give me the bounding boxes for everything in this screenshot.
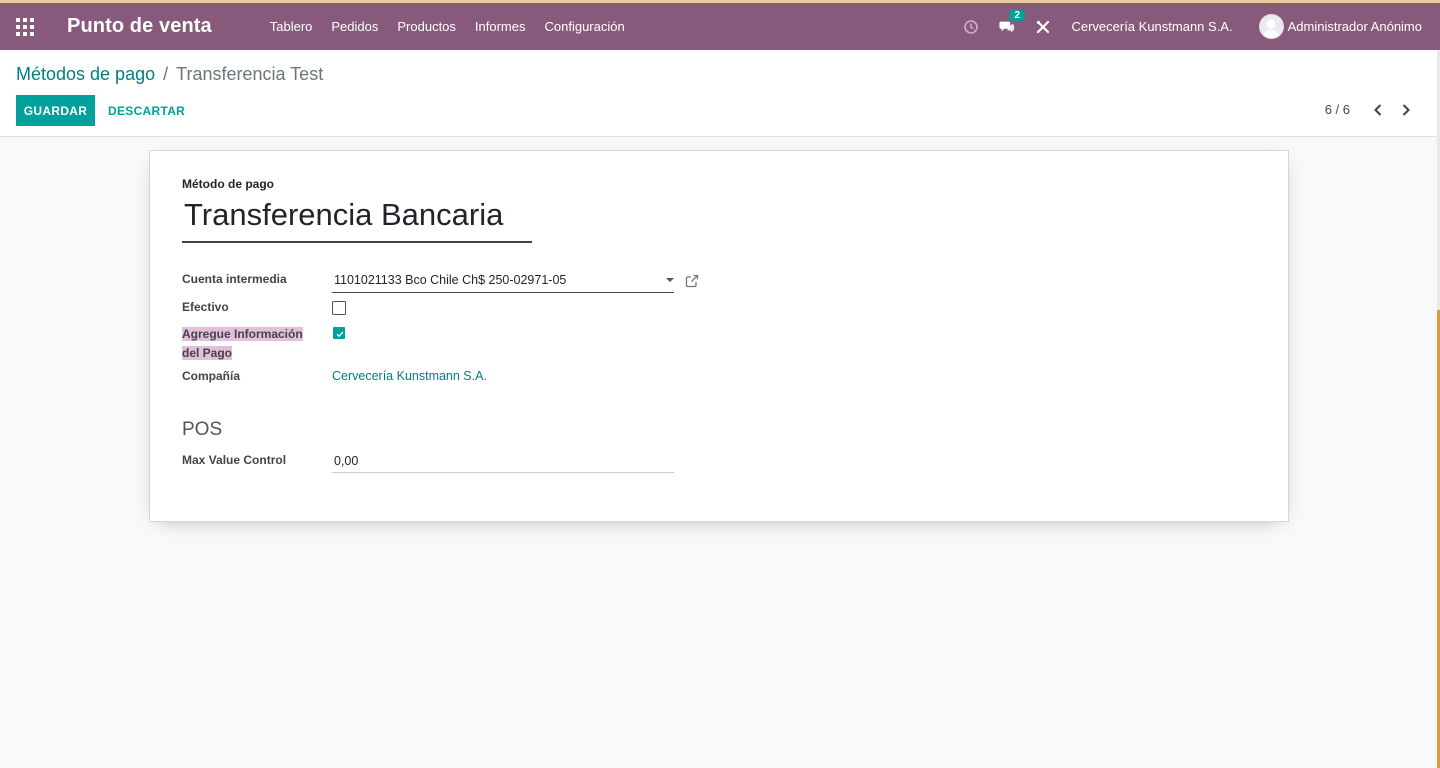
control-panel: Métodos de pago / Transferencia Test GUA…: [0, 50, 1440, 137]
breadcrumb-current: Transferencia Test: [176, 64, 324, 84]
cash-checkbox[interactable]: [332, 301, 346, 315]
user-menu[interactable]: Administrador Anónimo: [1258, 14, 1422, 39]
company-switcher[interactable]: Cervecería Kunstmann S.A.: [1071, 19, 1232, 34]
user-name: Administrador Anónimo: [1287, 19, 1422, 34]
check-icon: [336, 331, 344, 338]
menu-item-informes[interactable]: Informes: [475, 19, 526, 34]
tools-icon[interactable]: [1035, 19, 1051, 35]
top-navbar: Punto de venta Tablero Pedidos Productos…: [0, 0, 1440, 50]
max-value-input[interactable]: 0,00: [332, 451, 674, 473]
menu-item-configuracion[interactable]: Configuración: [545, 19, 625, 34]
intermediate-account-label: Cuenta intermedia: [182, 272, 287, 286]
payment-info-label-line2: del Pago: [182, 346, 233, 360]
pos-section-title: POS: [182, 419, 223, 440]
menu-item-tablero[interactable]: Tablero: [270, 19, 313, 34]
chevron-left-icon[interactable]: [1370, 102, 1386, 118]
intermediate-account-value: 1101021133 Bco Chile Ch$ 250-02971-05: [334, 273, 567, 287]
chevron-down-icon[interactable]: [666, 278, 674, 282]
company-link[interactable]: Cervecería Kunstmann S.A.: [332, 369, 487, 383]
clock-icon[interactable]: [963, 19, 979, 35]
app-title[interactable]: Punto de venta: [67, 15, 212, 38]
payment-info-label: Agregue Información del Pago: [182, 325, 303, 363]
discard-button[interactable]: DESCARTAR: [108, 95, 185, 126]
breadcrumb-separator: /: [163, 64, 169, 84]
name-input[interactable]: Transferencia Bancaria: [182, 197, 532, 243]
cash-label: Efectivo: [182, 300, 229, 314]
messages-badge: 2: [1009, 8, 1026, 22]
save-button[interactable]: GUARDAR: [16, 95, 95, 126]
payment-info-label-line1: Agregue Información: [182, 327, 303, 341]
max-value-label: Max Value Control: [182, 453, 287, 467]
form-sheet: Método de pago Transferencia Bancaria Cu…: [149, 150, 1289, 522]
chevron-right-icon[interactable]: [1398, 102, 1414, 118]
pager-value[interactable]: 6 / 6: [1325, 102, 1350, 117]
intermediate-account-select[interactable]: 1101021133 Bco Chile Ch$ 250-02971-05: [332, 271, 674, 293]
breadcrumb: Métodos de pago / Transferencia Test: [16, 64, 323, 85]
menu-item-pedidos[interactable]: Pedidos: [331, 19, 378, 34]
name-label: Método de pago: [182, 177, 274, 191]
payment-info-checkbox[interactable]: [333, 327, 345, 339]
breadcrumb-parent[interactable]: Métodos de pago: [16, 64, 155, 85]
navbar-systray: 2 Cervecería Kunstmann S.A. Administrado…: [963, 3, 1440, 50]
external-link-icon[interactable]: [685, 274, 699, 288]
avatar: [1258, 14, 1284, 39]
apps-grid-icon[interactable]: [0, 3, 50, 50]
company-label: Compañía: [182, 369, 241, 383]
main-menu: Tablero Pedidos Productos Informes Confi…: [252, 19, 644, 34]
chat-icon[interactable]: 2: [999, 8, 1026, 35]
menu-item-productos[interactable]: Productos: [397, 19, 456, 34]
